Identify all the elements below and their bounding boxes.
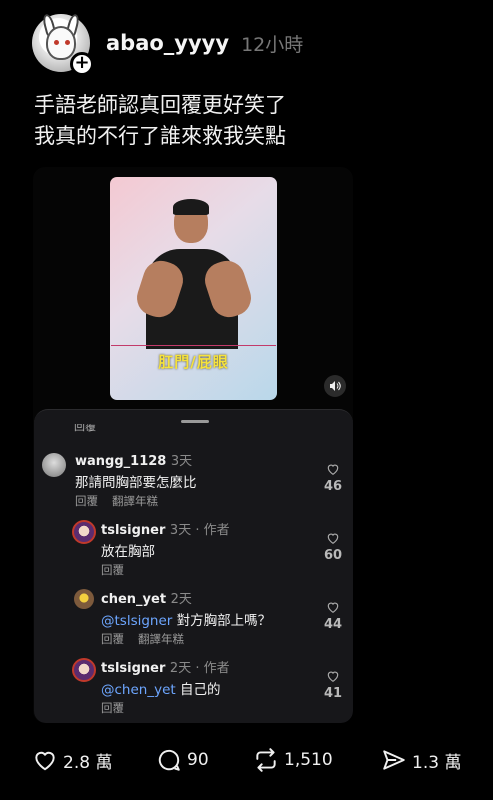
avatar-eye-right: [65, 40, 70, 45]
avatar-face: [46, 26, 76, 60]
comment-meta: 3天 · 作者: [169, 523, 230, 538]
comment-user[interactable]: tslsigner: [101, 661, 165, 676]
comment-actions: 回覆: [101, 562, 138, 578]
heart-icon[interactable]: [326, 669, 340, 683]
username[interactable]: abao_yyyy: [106, 31, 229, 55]
comment-text: 放在胸部: [101, 544, 155, 560]
comments-sheet[interactable]: 回覆 wangg_1128 3天 那請問胸部要怎麼比 回覆 翻譯年糕 46 tsl…: [34, 409, 353, 723]
share-button[interactable]: 1.3 萬: [381, 747, 461, 773]
post-actions: 2.8 萬 90 1,510 1.3 萬: [32, 740, 472, 780]
comment-button[interactable]: 90: [156, 747, 253, 773]
like-count: 41: [323, 686, 343, 701]
comment-like[interactable]: 44: [318, 600, 348, 632]
repost-icon[interactable]: [253, 747, 279, 773]
post-time: 12小時: [241, 33, 304, 56]
comment-avatar[interactable]: [74, 589, 94, 609]
comment-body: 對方胸部上嗎？: [172, 613, 272, 629]
comment-meta: 2天: [170, 592, 192, 607]
translate-button[interactable]: 翻譯年糕: [112, 494, 158, 508]
sheet-handle[interactable]: [181, 420, 209, 423]
signer-hair: [173, 199, 209, 215]
repost-count: 1,510: [284, 750, 333, 770]
avatar-eye-left: [54, 40, 59, 45]
mention-link[interactable]: @chen_yet: [101, 682, 176, 698]
post-text-line-1: 手語老師認真回覆更好笑了: [34, 93, 286, 117]
comment-username[interactable]: chen_yet 2天: [101, 588, 192, 607]
post-text: 手語老師認真回覆更好笑了 我真的不行了誰來救我笑點: [34, 90, 474, 152]
like-count: 60: [323, 548, 343, 563]
share-icon[interactable]: [381, 747, 407, 773]
comment-username[interactable]: tslsigner 3天 · 作者: [101, 519, 230, 538]
post-header: + abao_yyyy 12小時: [32, 12, 483, 76]
comment-icon[interactable]: [156, 747, 182, 773]
video-caption: 肛門/屁眼: [158, 353, 229, 371]
reply-button[interactable]: 回覆: [101, 632, 124, 646]
comment-meta: 2天 · 作者: [169, 661, 230, 676]
comment-actions: 回覆: [101, 700, 138, 716]
avatar[interactable]: +: [32, 13, 94, 76]
comment-text: 那請問胸部要怎麼比: [75, 475, 197, 491]
repost-button[interactable]: 1,510: [253, 747, 381, 773]
comment-like[interactable]: 60: [318, 531, 348, 563]
volume-icon[interactable]: [324, 375, 346, 397]
post-media[interactable]: 肛門/屁眼 回覆 wangg_1128 3天 那請問胸部要怎麼比 回覆 翻譯年糕 …: [33, 167, 353, 723]
comment-actions: 回覆 翻譯年糕: [75, 493, 172, 509]
comment-username[interactable]: tslsigner 2天 · 作者: [101, 657, 230, 676]
translate-button[interactable]: 翻譯年糕: [138, 632, 184, 646]
like-count: 46: [323, 479, 343, 494]
heart-icon[interactable]: [326, 531, 340, 545]
like-count: 2.8 萬: [63, 752, 113, 773]
comment-avatar[interactable]: [42, 453, 66, 477]
comment-meta: 3天: [170, 454, 193, 469]
comment-user[interactable]: tslsigner: [101, 523, 165, 538]
comment-user[interactable]: chen_yet: [101, 592, 166, 607]
comment-avatar[interactable]: [72, 520, 96, 544]
post-text-line-2: 我真的不行了誰來救我笑點: [34, 124, 286, 148]
reply-button[interactable]: 回覆: [101, 563, 124, 577]
comment-like[interactable]: 46: [318, 462, 348, 494]
heart-icon[interactable]: [326, 600, 340, 614]
follow-plus-icon[interactable]: +: [70, 52, 94, 76]
comment-username[interactable]: wangg_1128 3天: [75, 450, 192, 469]
like-button[interactable]: 2.8 萬: [32, 747, 156, 773]
video-frame[interactable]: 肛門/屁眼: [110, 177, 277, 400]
reply-button[interactable]: 回覆: [75, 494, 98, 508]
comment-count: 90: [187, 750, 209, 770]
comment-text: @tslsigner 對方胸部上嗎？: [101, 609, 271, 629]
like-count: 44: [323, 617, 343, 632]
heart-icon[interactable]: [32, 747, 58, 773]
mention-link[interactable]: @tslsigner: [101, 613, 172, 629]
reply-button[interactable]: 回覆: [101, 701, 124, 715]
cut-reply-label: 回覆: [74, 424, 96, 432]
comment-like[interactable]: 41: [318, 669, 348, 701]
comment-text: @chen_yet 自己的: [101, 678, 220, 698]
comment-actions: 回覆 翻譯年糕: [101, 631, 198, 647]
comment-body: 自己的: [175, 682, 221, 698]
heart-icon[interactable]: [326, 462, 340, 476]
comment-user[interactable]: wangg_1128: [75, 454, 166, 469]
comment-avatar[interactable]: [72, 658, 96, 682]
share-count: 1.3 萬: [412, 752, 462, 773]
